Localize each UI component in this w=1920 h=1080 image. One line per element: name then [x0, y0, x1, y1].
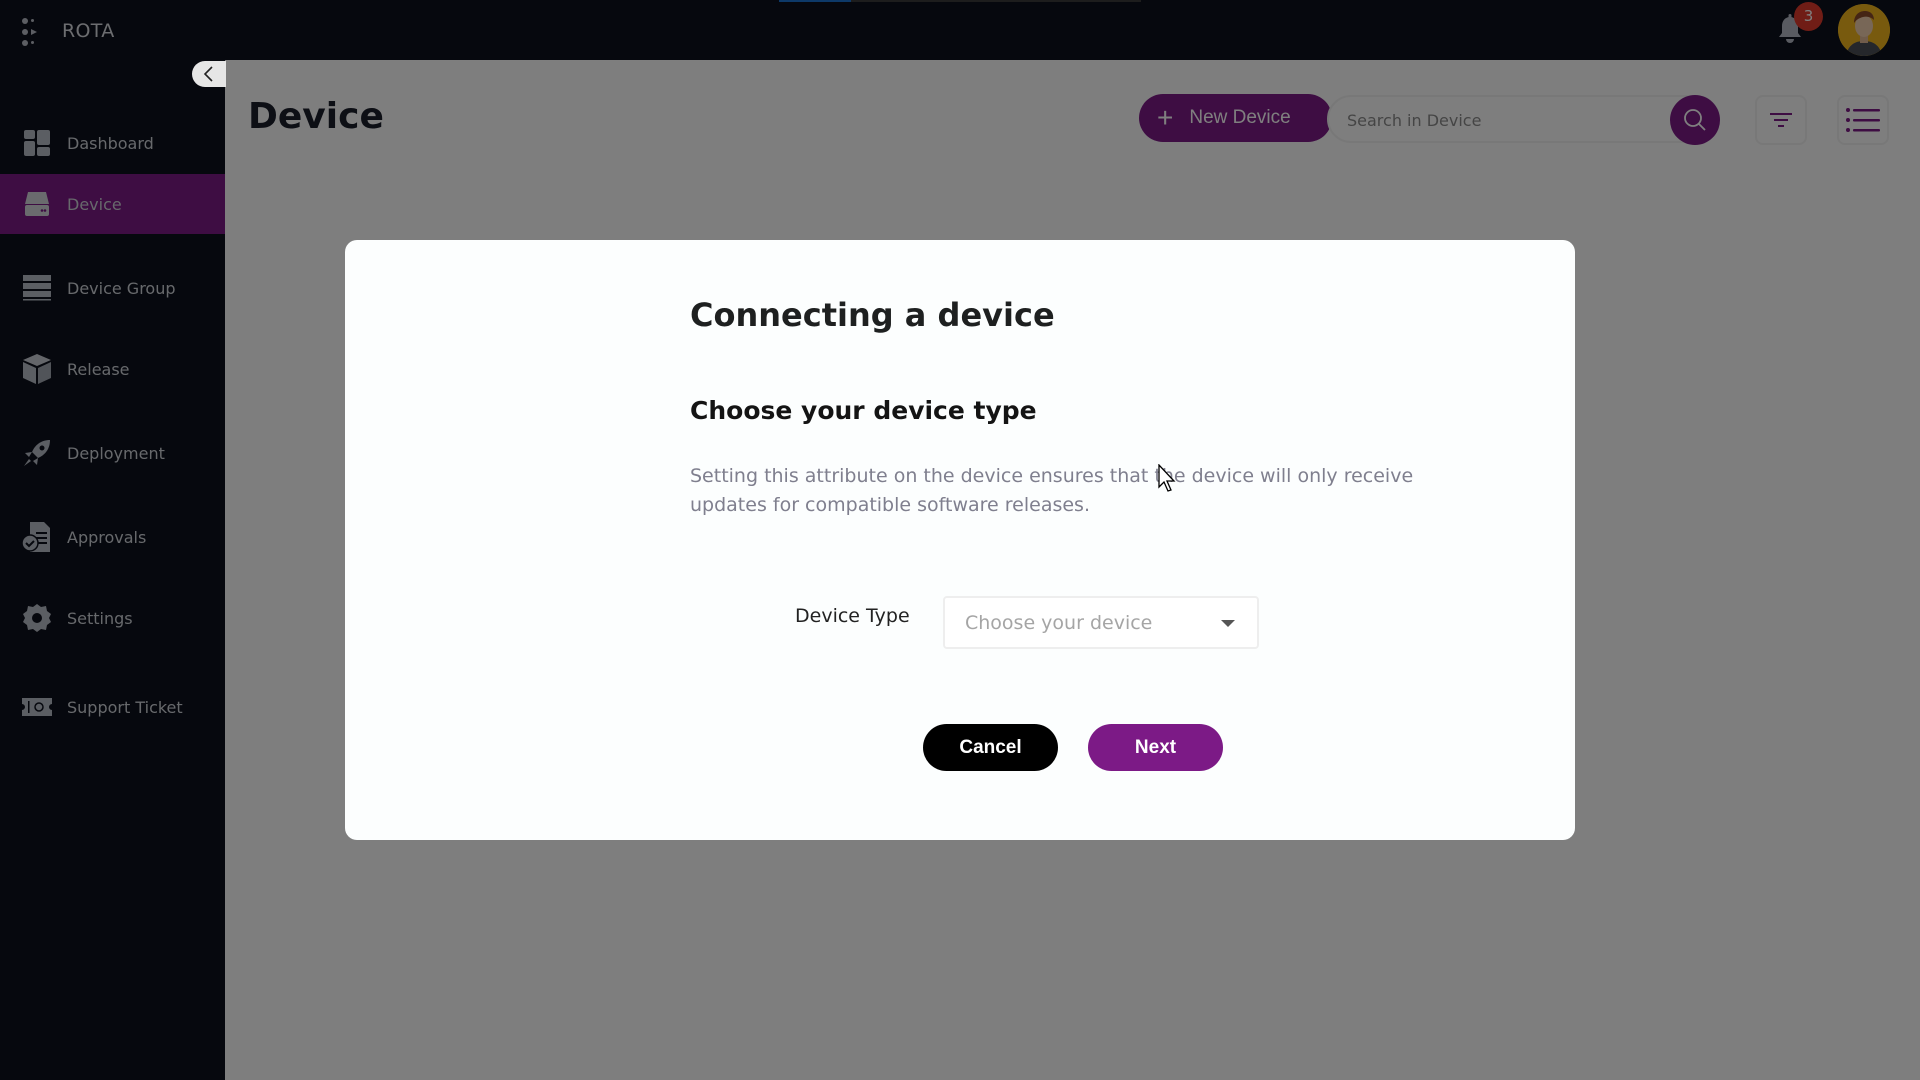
device-type-label: Device Type [795, 605, 910, 627]
mouse-cursor-icon [1158, 464, 1176, 492]
next-button[interactable]: Next [1088, 724, 1223, 771]
device-type-placeholder: Choose your device [965, 612, 1153, 634]
caret-down-icon [1221, 620, 1235, 627]
cancel-button[interactable]: Cancel [923, 724, 1058, 771]
dialog-description: Setting this attribute on the device ens… [690, 465, 1414, 516]
dialog-title: Connecting a device [690, 296, 1055, 334]
dialog-subtitle: Choose your device type [690, 396, 1037, 425]
connect-device-dialog: Connecting a device Choose your device t… [345, 240, 1575, 840]
collapse-sidebar-button[interactable] [192, 61, 226, 87]
device-type-select[interactable]: Choose your device [943, 596, 1259, 649]
chevron-left-icon [203, 66, 213, 82]
